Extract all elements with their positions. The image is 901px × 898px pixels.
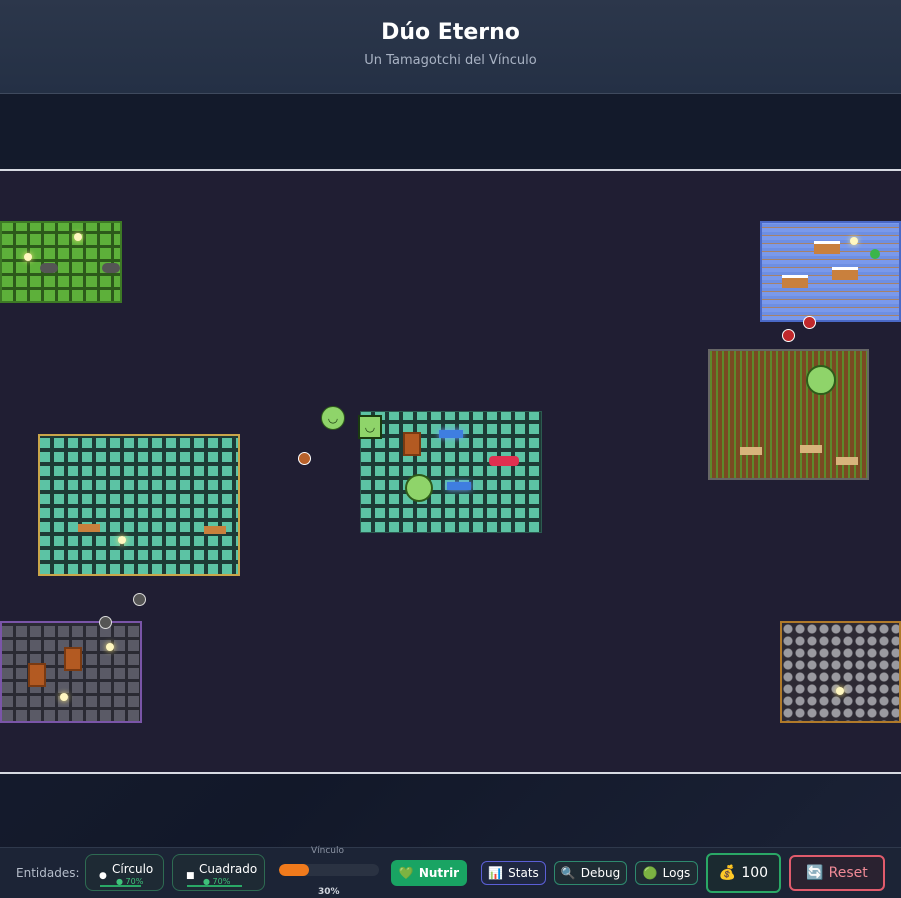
zone-bedroom[interactable] [760,221,901,322]
sofa-icon [489,456,519,466]
zone-cellar[interactable] [0,621,142,723]
bench-icon [836,457,858,465]
food-item[interactable] [803,316,816,329]
bond-label: Vínculo [311,846,345,856]
lamp-icon [836,687,844,695]
door-icon [403,432,421,456]
bed-icon [814,241,840,254]
refresh-icon: 🔄 [806,865,824,881]
rock-icon [40,263,58,273]
door-icon [64,647,82,671]
zone-garden[interactable] [0,221,122,303]
entity-name: Círculo [112,862,154,876]
page-title: Dúo Eterno [381,20,520,45]
magnifier-icon: 🔍 [560,866,576,880]
bed-icon [782,275,808,288]
control-bar: Entidades: ● Círculo ● 70% ■ Cuadrado ● … [0,846,901,898]
lamp-icon [106,643,114,651]
bench-icon [740,447,762,455]
logs-button[interactable]: 🟢 Logs [635,861,698,885]
money-bag-icon: 💰 [718,865,737,881]
bench-icon [800,445,822,453]
entity-circle-card[interactable]: ● Círculo ● 70% [85,854,164,891]
green-dot-icon: 🟢 [642,866,658,880]
zone-center-room[interactable] [360,411,542,533]
entity-square-card[interactable]: ■ Cuadrado ● 70% [172,854,265,891]
top-band [0,94,901,170]
tree-icon [806,365,836,395]
stone-item[interactable] [99,616,112,629]
bond-value: 30% [318,887,340,897]
page-subtitle: Un Tamagotchi del Vínculo [364,53,537,68]
stone-item[interactable] [133,593,146,606]
coins-display: 💰 100 [706,853,781,893]
bed-icon [447,482,471,490]
square-character[interactable]: ◡ [358,415,382,439]
plant-icon [870,249,880,259]
debug-button[interactable]: 🔍 Debug [554,861,627,885]
coins-value: 100 [741,865,769,881]
entity-health-bar [187,885,242,887]
zone-farm[interactable] [708,349,869,480]
heart-icon: 💚 [398,866,414,880]
entity-name: Cuadrado [199,862,258,876]
tree-icon [405,474,433,502]
door-icon [28,663,46,687]
lamp-icon [24,253,32,261]
reset-button[interactable]: 🔄 Reset [789,855,885,891]
bench-icon [204,526,226,534]
circle-character[interactable]: ◡ [321,406,345,430]
app-header: Dúo Eterno Un Tamagotchi del Vínculo [0,0,901,94]
rock-icon [102,263,120,273]
bed-icon [832,267,858,280]
square-icon: ■ [186,871,195,881]
game-world[interactable]: ◡ ◡ [0,169,901,774]
bond-bar-fill [279,864,309,876]
food-item[interactable] [298,452,311,465]
bed-icon [439,430,463,438]
zone-plaza[interactable] [38,434,240,576]
lamp-icon [118,536,126,544]
chart-icon: 📊 [488,866,504,880]
food-item[interactable] [782,329,795,342]
zone-quarry[interactable] [780,621,901,723]
lamp-icon [60,693,68,701]
entities-label: Entidades: [16,866,80,880]
bond-bar [279,864,379,876]
lamp-icon [850,237,858,245]
entity-health-bar [100,885,141,887]
circle-icon: ● [99,871,107,881]
stats-button[interactable]: 📊 Stats [481,861,546,885]
lamp-icon [74,233,82,241]
bench-icon [78,524,100,532]
nutrir-button[interactable]: 💚 Nutrir [391,860,467,886]
